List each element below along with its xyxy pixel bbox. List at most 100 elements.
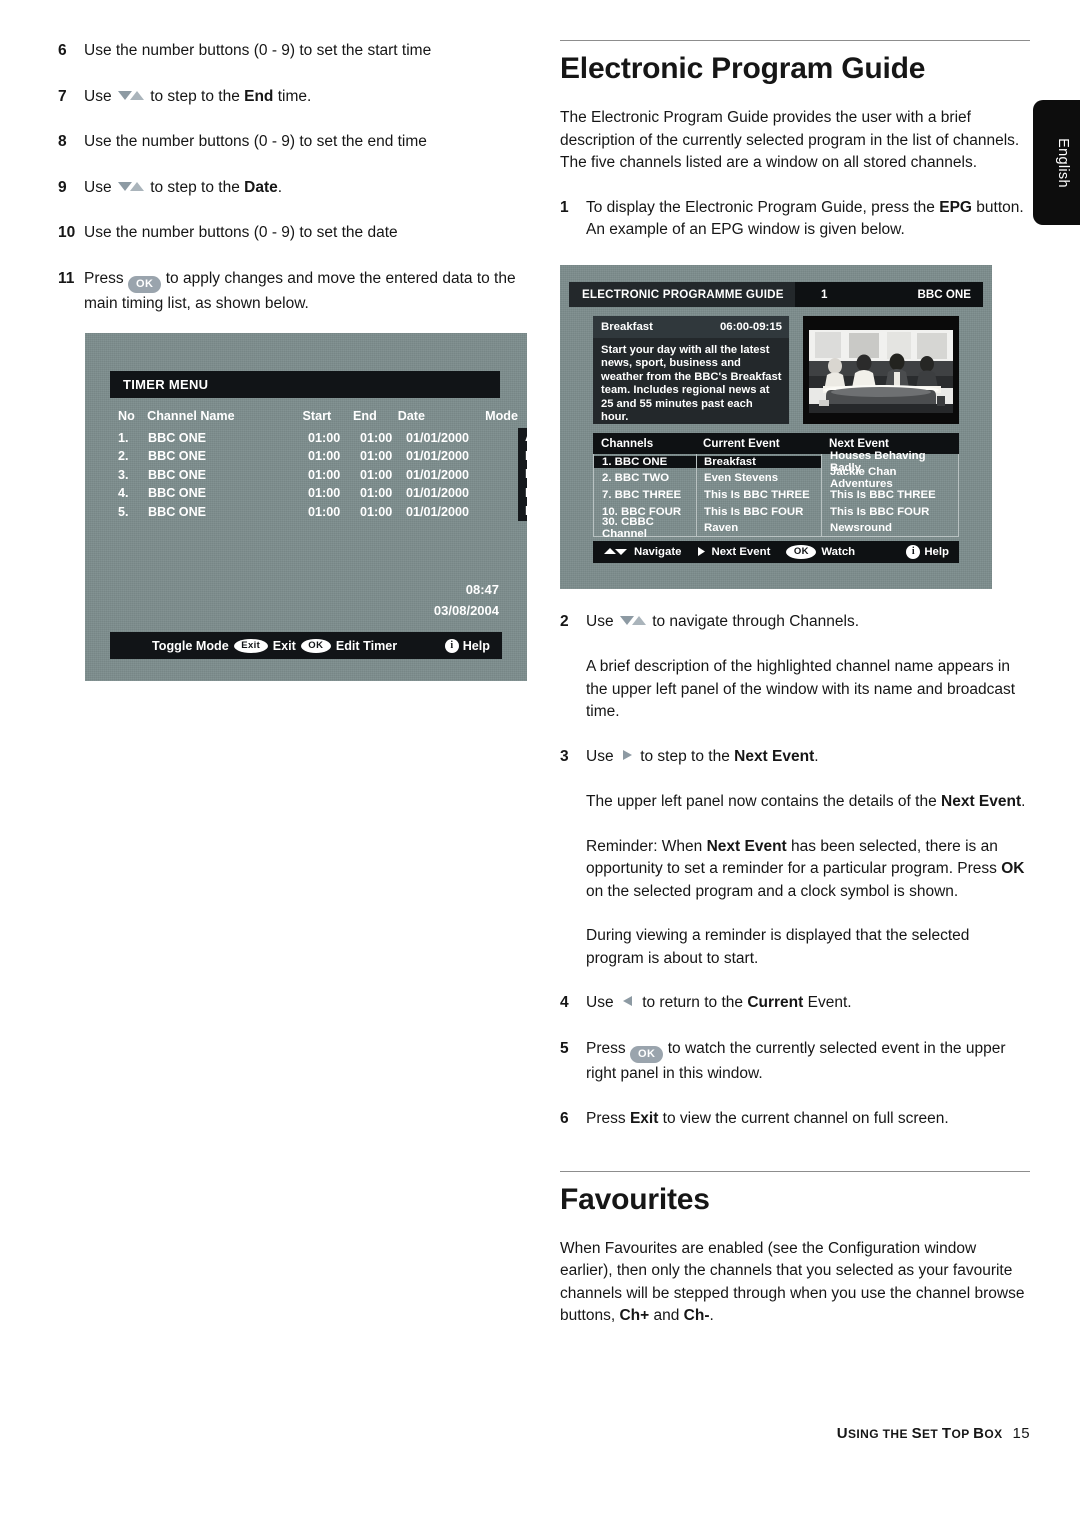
exit-action-label[interactable]: Exit [273, 639, 296, 653]
paragraph-after-step-2: A brief description of the highlighted c… [586, 658, 1016, 720]
ok-key-icon[interactable]: OK [300, 638, 331, 653]
step-11-text: Press OK to apply changes and move the e… [84, 269, 516, 312]
col-header-mode: Mode [485, 409, 518, 424]
step-10: 10 Use the number buttons (0 - 9) to set… [58, 222, 528, 245]
step-11-number: 11 [58, 269, 75, 287]
step-11-prefix: Press [84, 269, 124, 287]
step-2-suffix: to navigate through Channels. [652, 612, 860, 630]
row-name: BBC ONE [148, 449, 207, 464]
timer-mode-column: Active Inactive Inactive Inactive Inacti… [518, 428, 527, 521]
mode-value[interactable]: Active [518, 428, 527, 447]
timer-table-header-row: No Channel Name Start End Date Mode [118, 407, 518, 426]
step-9: 9 Use to step to the Date. [58, 177, 528, 200]
timer-mode-box: Active Inactive Inactive Inactive Inacti… [518, 428, 527, 521]
grid-divider [821, 453, 822, 537]
ok-pill-icon: OK [127, 275, 162, 293]
left-column: 6 Use the number buttons (0 - 9) to set … [58, 40, 528, 681]
row-end: 01:00 [360, 449, 393, 464]
favourites-paragraph: When Favourites are enabled (see the Con… [560, 1239, 1025, 1325]
epg-video-preview[interactable] [803, 315, 959, 424]
row-date: 01/01/2000 [406, 449, 470, 464]
mode-value[interactable]: Inactive [518, 484, 527, 503]
table-row[interactable]: 2. BBC ONE 01:00 01:00 01/01/2000 [118, 447, 518, 466]
step-10-text: Use the number buttons (0 - 9) to set th… [84, 224, 398, 241]
row-date: 01/01/2000 [406, 430, 470, 445]
exit-key-icon[interactable]: Exit [233, 638, 268, 653]
col-header-end: End [353, 409, 377, 424]
paragraph-after-step-3: The upper left panel now contains the de… [586, 793, 1026, 810]
up-down-arrows-icon [603, 546, 629, 557]
row-name: BBC ONE [148, 504, 207, 519]
timer-menu-action-bar: Toggle Mode Exit Exit OK Edit Timer i He… [110, 632, 502, 659]
page-title: Electronic Program Guide [560, 52, 926, 85]
epg-header-bar: ELECTRONIC PROGRAMME GUIDE 1 BBC ONE [569, 281, 983, 307]
row-name: BBC ONE [148, 430, 207, 445]
row-start: 01:00 [308, 467, 341, 482]
col-header-date: Date [397, 409, 425, 424]
step-6-epg: 6 Press Exit to view the current channel… [560, 1108, 1030, 1131]
page-footer: USING THE SET TOP BOX 15 [560, 1425, 1030, 1442]
row-no: 5. [118, 504, 129, 519]
down-up-arrows-icon [618, 613, 648, 627]
toggle-mode-label[interactable]: Toggle Mode [110, 639, 229, 653]
watch-label[interactable]: Watch [821, 546, 855, 558]
row-date: 01/01/2000 [406, 467, 470, 482]
step-6-number: 6 [58, 42, 67, 59]
row-no: 2. [118, 449, 129, 464]
epg-row-next: Jackie Chan Adventures [830, 466, 897, 491]
row-no: 4. [118, 486, 129, 501]
table-row[interactable]: 5. BBC ONE 01:00 01:00 01/01/2000 [118, 503, 518, 522]
step-7-text: Use to step to the End time. [84, 87, 312, 105]
epg-row-current: Breakfast [697, 455, 822, 468]
step-4-prefix: Use [586, 994, 614, 1011]
epg-program-title: Breakfast [601, 320, 653, 333]
step-6-text: Use the number buttons (0 - 9) to set th… [84, 42, 432, 59]
step-5-text: Press OK to watch the currently selected… [586, 1038, 1030, 1086]
help-action[interactable]: i Help [906, 544, 959, 559]
left-arrow-icon [622, 994, 634, 1008]
help-label: Help [924, 545, 949, 558]
list-item[interactable]: 2. BBC TWO Even Stevens Jackie Chan Adve… [594, 466, 958, 490]
mode-value[interactable]: Inactive [518, 502, 527, 521]
down-up-arrows-icon [116, 88, 146, 102]
next-event-label[interactable]: Next Event [711, 546, 770, 558]
right-arrow-icon [621, 748, 633, 762]
epg-program-time: 06:00-09:15 [719, 320, 782, 333]
epg-row-channel: 7. BBC THREE [602, 488, 682, 501]
ok-key-icon[interactable]: OK [786, 544, 817, 559]
table-row[interactable]: 4. BBC ONE 01:00 01:00 01/01/2000 [118, 484, 518, 503]
step-2-number: 2 [560, 612, 569, 630]
row-start: 01:00 [308, 486, 341, 501]
epg-col-next-event: Next Event [829, 436, 889, 450]
info-icon: i [906, 544, 921, 559]
step-5-prefix: Press [586, 1039, 626, 1057]
step-2-text: Use to navigate through Channels. [586, 611, 1030, 634]
timer-menu-screenshot: TIMER MENU No Channel Name Start End Dat… [85, 333, 527, 681]
step-4: 4 Use to return to the Current Event. [560, 992, 1030, 1015]
list-item[interactable]: 7. BBC THREE This Is BBC THREE This Is B… [594, 487, 958, 504]
list-item[interactable]: 30. CBBC Channel Raven Newsround [594, 516, 958, 540]
navigate-label[interactable]: Navigate [634, 546, 681, 558]
help-action[interactable]: i Help [444, 638, 502, 653]
epg-grid-body: 1. BBC ONE Breakfast Houses Behaving Bad… [593, 450, 959, 540]
table-row[interactable]: 3. BBC ONE 01:00 01:00 01/01/2000 [118, 466, 518, 485]
mode-value[interactable]: Inactive [518, 465, 527, 484]
epg-row-current: This Is BBC THREE [704, 488, 810, 501]
row-name: BBC ONE [148, 486, 207, 501]
step-5-number: 5 [560, 1039, 569, 1057]
epg-description-panel: Breakfast 06:00-09:15 Start your day wit… [593, 315, 789, 424]
step-8-text: Use the number buttons (0 - 9) to set th… [84, 133, 427, 150]
paragraph-reminder: Reminder: When Next Event has been selec… [586, 837, 1025, 900]
epg-row-next: This Is BBC FOUR [830, 505, 930, 518]
step-6-epg-number: 6 [560, 1110, 569, 1127]
row-start: 01:00 [308, 449, 341, 464]
row-no: 1. [118, 430, 129, 445]
paragraph-during-viewing: During viewing a reminder is displayed t… [586, 927, 970, 967]
mode-value[interactable]: Inactive [518, 447, 527, 466]
edit-timer-label[interactable]: Edit Timer [336, 639, 397, 653]
epg-row-channel: 30. CBBC Channel [602, 516, 654, 541]
table-row[interactable]: 1. BBC ONE 01:00 01:00 01/01/2000 [118, 429, 518, 448]
col-header-name: Channel Name [147, 409, 235, 424]
timer-clock-time: 08:47 [465, 582, 499, 597]
step-2: 2 Use to navigate through Channels. [560, 611, 1030, 634]
